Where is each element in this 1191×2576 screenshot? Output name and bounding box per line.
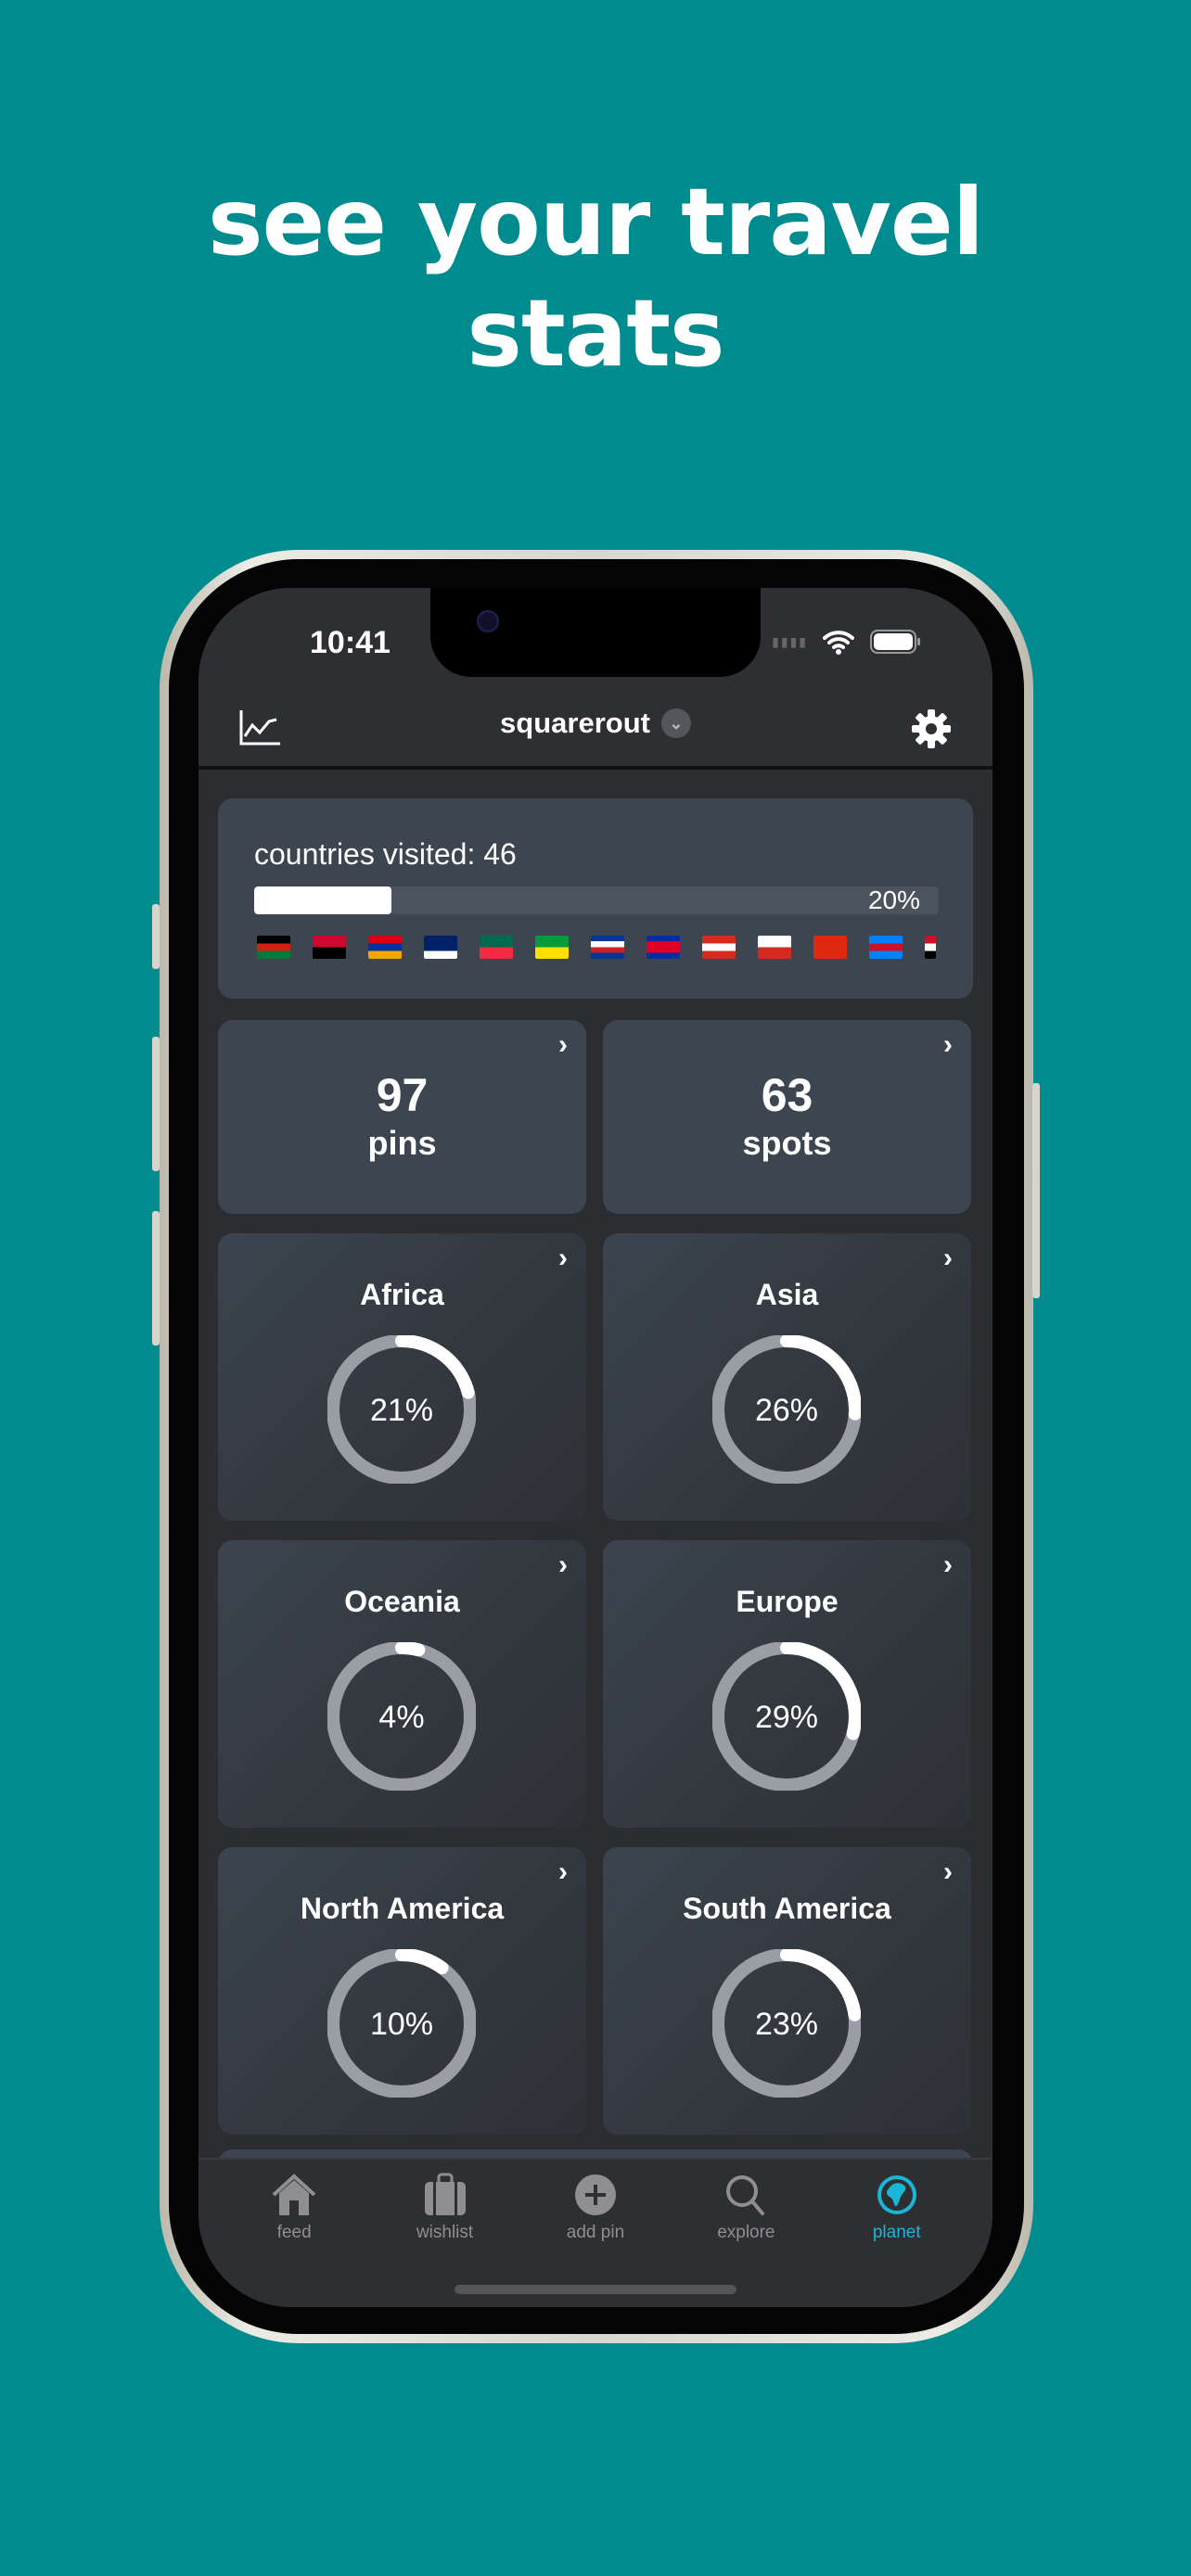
battery-icon [870, 630, 920, 654]
flag-brazil-icon [535, 936, 569, 959]
countries-visited-card[interactable]: countries visited: 46 20% [218, 798, 973, 999]
flag-afghanistan-icon [257, 936, 290, 959]
progress-fill [254, 886, 391, 914]
continent-card-north-america[interactable]: › North America 10% [218, 1847, 586, 2135]
pins-card[interactable]: › 97 pins [218, 1020, 586, 1214]
chevron-right-icon: › [943, 1243, 953, 1273]
flag-angola-icon [313, 936, 346, 959]
chevron-right-icon: › [943, 1856, 953, 1887]
tab-label: planet [872, 2223, 921, 2242]
flag-dr-congo-icon [869, 936, 903, 959]
tab-label: wishlist [416, 2223, 474, 2242]
continent-name: Asia [755, 1278, 819, 1311]
suitcase-icon [424, 2173, 466, 2215]
flag-cape-verde-icon [591, 936, 624, 959]
countries-progress-bar: 20% [254, 886, 939, 914]
phone-side-button [152, 1211, 160, 1345]
progress-ring: 21% [327, 1335, 476, 1484]
chevron-down-icon: ⌄ [660, 708, 691, 738]
flag-cambodia-icon [647, 936, 680, 959]
tab-label: explore [717, 2223, 775, 2242]
flag-bangladesh-icon [480, 936, 513, 959]
status-time: 10:41 [310, 625, 391, 660]
phone-side-button [152, 904, 160, 969]
continent-name: North America [300, 1892, 505, 1925]
progress-ring: 29% [712, 1642, 861, 1791]
signal-icon: ▮▮▮▮ [772, 633, 808, 649]
continent-card-asia[interactable]: › Asia 26% [603, 1233, 971, 1521]
continent-name: Africa [360, 1278, 444, 1311]
plus-circle-icon [574, 2174, 616, 2215]
tab-planet[interactable]: planet [832, 2160, 962, 2307]
headline: see your travel stats [0, 167, 1191, 389]
tab-label: feed [276, 2223, 312, 2242]
search-icon [726, 2175, 765, 2215]
chevron-right-icon: › [558, 1029, 568, 1060]
continent-name: Oceania [344, 1585, 460, 1618]
continent-name: South America [683, 1892, 891, 1925]
tab-feed[interactable]: feed [229, 2160, 359, 2307]
countries-visited-label: countries visited: 46 [254, 837, 517, 871]
spots-card[interactable]: › 63 spots [603, 1020, 971, 1214]
continent-card-south-america[interactable]: › South America 23% [603, 1847, 971, 2135]
chevron-right-icon: › [943, 1029, 953, 1060]
phone-side-button [152, 1037, 160, 1171]
headline-line-1: see your travel [207, 168, 984, 276]
notch [430, 588, 761, 677]
account-name: squarerout [500, 707, 650, 739]
home-icon [272, 2174, 316, 2215]
flag-egypt-icon [925, 936, 936, 959]
continent-card-africa[interactable]: › Africa 21% [218, 1233, 586, 1521]
spots-label: spots [742, 1124, 832, 1162]
pins-count: 97 [376, 1069, 429, 1121]
home-indicator[interactable] [455, 2285, 736, 2294]
continent-card-europe[interactable]: › Europe 29% [603, 1540, 971, 1828]
globe-icon [877, 2175, 916, 2214]
flag-armenia-icon [368, 936, 402, 959]
continent-name: Europe [736, 1585, 839, 1618]
continent-percent: 10% [370, 2007, 433, 2042]
chevron-right-icon: › [558, 1243, 568, 1273]
flag-canada-icon [702, 936, 736, 959]
continent-percent: 26% [755, 1393, 818, 1428]
chevron-right-icon: › [558, 1549, 568, 1580]
chevron-right-icon: › [943, 1549, 953, 1580]
continent-percent: 21% [370, 1393, 433, 1428]
account-switcher[interactable]: squarerout ⌄ [198, 707, 992, 740]
continent-percent: 29% [755, 1700, 818, 1735]
progress-ring: 26% [712, 1335, 861, 1484]
chevron-right-icon: › [558, 1856, 568, 1887]
headline-line-2: stats [467, 279, 724, 388]
progress-ring: 4% [327, 1642, 476, 1791]
flag-china-icon [813, 936, 847, 959]
flag-list[interactable] [257, 936, 941, 959]
progress-ring: 10% [327, 1949, 476, 2098]
continent-percent: 23% [755, 2007, 818, 2042]
spots-count: 63 [761, 1069, 813, 1121]
gear-icon[interactable] [911, 708, 952, 749]
flag-chile-icon [758, 936, 791, 959]
progress-percent: 20% [867, 886, 920, 914]
app-screen: 10:41 ▮▮▮▮ squarerout ⌄ countries visite… [198, 588, 992, 2307]
wifi-icon [823, 631, 854, 655]
progress-ring: 23% [712, 1949, 861, 2098]
phone-side-button [1032, 1083, 1040, 1298]
continent-card-oceania[interactable]: › Oceania 4% [218, 1540, 586, 1828]
flag-australia-icon [424, 936, 457, 959]
continent-percent: 4% [378, 1700, 424, 1735]
tab-label: add pin [566, 2223, 625, 2242]
status-icons: ▮▮▮▮ [772, 629, 923, 655]
pins-label: pins [367, 1124, 437, 1162]
